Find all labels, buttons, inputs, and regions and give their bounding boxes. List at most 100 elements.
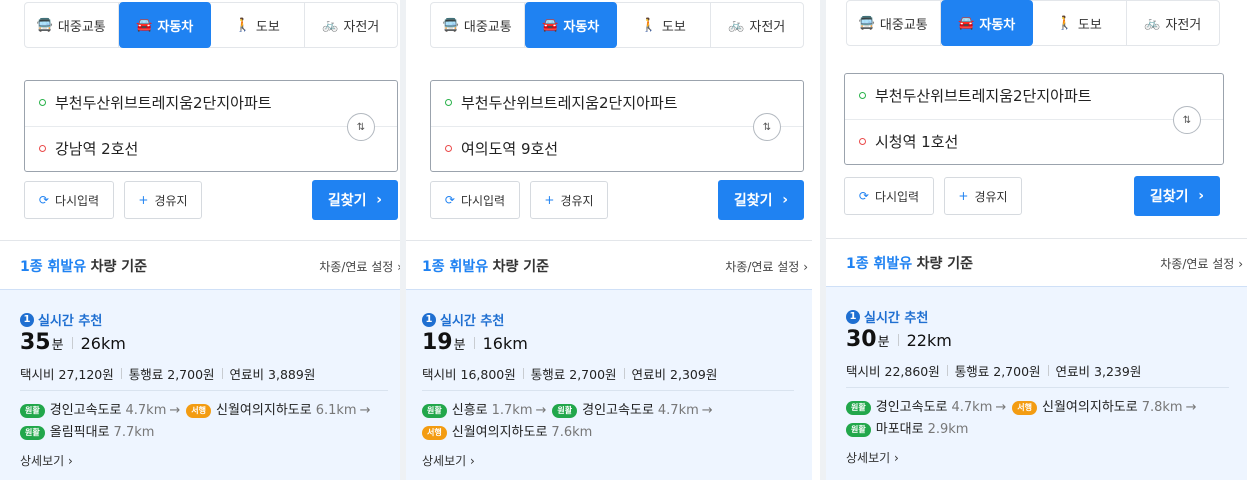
tab-label: 자동차 xyxy=(563,19,600,35)
recommendation-label: 1 실시간 추천 xyxy=(422,310,504,329)
section-divider xyxy=(0,240,406,241)
view-details-link[interactable]: 상세보기 › xyxy=(846,449,899,466)
start-dot-icon xyxy=(859,92,866,99)
swap-icon[interactable]: ⇅ xyxy=(347,113,375,141)
start-location-text: 부천두산위브트레지움2단지아파트 xyxy=(875,87,1092,105)
tab-public-transit[interactable]: 🚍 대중교통 xyxy=(25,3,119,47)
add-waypoint-button[interactable]: + 경유지 xyxy=(944,177,1022,215)
tab-car[interactable]: 🚘 자동차 xyxy=(524,2,617,48)
tab-label: 자동차 xyxy=(157,19,194,35)
toll-fee: 2,700원 xyxy=(167,367,215,382)
vehicle-settings-row: 1종 휘발유 차량 기준 차종/연료 설정 › xyxy=(0,243,406,289)
vehicle-basis: 1종 휘발유 차량 기준 xyxy=(422,256,549,276)
rec-text: 실시간 추천 xyxy=(440,314,505,329)
find-route-button[interactable]: 길찾기 › xyxy=(1134,176,1220,216)
find-route-button[interactable]: 길찾기 › xyxy=(312,180,398,220)
swap-icon[interactable]: ⇅ xyxy=(1173,106,1201,134)
walk-icon: 🚶 xyxy=(234,17,251,33)
arrow-right-icon: → xyxy=(995,400,1007,415)
end-dot-icon xyxy=(445,145,452,152)
travel-distance: 16km xyxy=(482,334,528,353)
swap-icon[interactable]: ⇅ xyxy=(753,113,781,141)
add-waypoint-button[interactable]: + 경유지 xyxy=(124,181,202,219)
road-distance: 4.7km xyxy=(657,403,699,418)
route-result-card[interactable]: 1 실시간 추천 35 분 26km 택시비 27,120원 통행료 2,700원 … xyxy=(0,289,406,480)
chevron-right-icon: › xyxy=(470,454,475,468)
road-line: 서행 신월여의지하도로 7.6km xyxy=(422,422,802,444)
road-name: 신월여의지하도로 xyxy=(1042,400,1138,415)
find-route-button[interactable]: 길찾기 › xyxy=(718,180,804,220)
travel-distance: 22km xyxy=(906,331,952,350)
rec-text: 실시간 추천 xyxy=(864,311,929,326)
tab-label: 자동차 xyxy=(979,17,1016,33)
road-name: 경인고속도로 xyxy=(582,403,654,418)
travel-summary: 30 분 22km xyxy=(846,327,952,352)
route-result-card[interactable]: 1 실시간 추천 19 분 16km 택시비 16,800원 통행료 2,700원 … xyxy=(406,289,812,480)
separator xyxy=(221,368,223,379)
road-name: 경인고속도로 xyxy=(49,403,122,418)
reset-button[interactable]: ⟳ 다시입력 xyxy=(430,181,520,219)
traffic-status-badge: 원활 xyxy=(846,423,871,437)
road-name: 경인고속도로 xyxy=(875,400,948,415)
traffic-status-badge: 원활 xyxy=(422,404,447,418)
recommendation-label: 1 실시간 추천 xyxy=(20,310,102,329)
start-location-field[interactable]: 부천두산위브트레지움2단지아파트 xyxy=(25,81,397,127)
reset-button[interactable]: ⟳ 다시입력 xyxy=(24,181,114,219)
traffic-status-badge: 원활 xyxy=(20,404,45,418)
start-location-field[interactable]: 부천두산위브트레지움2단지아파트 xyxy=(431,81,803,127)
separator xyxy=(71,337,73,349)
add-waypoint-button[interactable]: + 경유지 xyxy=(530,181,608,219)
destination-field[interactable]: 시청역 1호선 xyxy=(845,120,1163,165)
tab-car[interactable]: 🚘 자동차 xyxy=(118,2,211,48)
tab-car[interactable]: 🚘 자동차 xyxy=(940,0,1033,46)
view-details-link[interactable]: 상세보기 › xyxy=(422,452,475,469)
fuel-cost-label: 연료비 xyxy=(631,367,667,382)
route-result-card[interactable]: 1 실시간 추천 30 분 22km 택시비 22,860원 통행료 2,700원 … xyxy=(826,286,1247,480)
road-distance: 6.1km xyxy=(315,403,357,418)
reset-label: 다시입력 xyxy=(874,189,920,204)
chevron-right-icon: › xyxy=(376,192,383,208)
tab-bicycle[interactable]: 🚲 자전거 xyxy=(1127,1,1220,45)
vehicle-settings-row: 1종 휘발유 차량 기준 차종/연료 설정 › xyxy=(826,240,1247,286)
tab-walk[interactable]: 🚶 도보 xyxy=(211,3,305,47)
road-name: 신월여의지하도로 xyxy=(216,403,312,418)
road-segments: 원활 경인고속도로 4.7km → 서행 신월여의지하도로 6.1km → 원활 올림픽대로 7.7… xyxy=(20,400,396,444)
start-location-field[interactable]: 부천두산위브트레지움2단지아파트 xyxy=(845,74,1223,120)
fuel-type: 1종 휘발유 xyxy=(846,256,913,272)
tab-bicycle[interactable]: 🚲 자전거 xyxy=(305,3,398,47)
minute-unit: 분 xyxy=(877,335,890,350)
road-line: 원활 마포대로 2.9km xyxy=(846,419,1237,441)
travel-minutes: 30 xyxy=(846,327,877,352)
route-panel: 🚍 대중교통 🚘 자동차 🚶 도보 🚲 자전거 부천두산위브트레지움2단지아파트 여의도… xyxy=(406,0,812,480)
destination-field[interactable]: 강남역 2호선 xyxy=(25,127,337,172)
road-name: 마포대로 xyxy=(875,422,924,437)
reset-button[interactable]: ⟳ 다시입력 xyxy=(844,177,934,215)
cost-summary: 택시비 16,800원 통행료 2,700원 연료비 2,309원 xyxy=(422,364,717,383)
setting-label: 차종/연료 설정 xyxy=(319,259,394,274)
waypoint-label: 경유지 xyxy=(154,193,188,208)
chevron-right-icon: › xyxy=(803,259,808,274)
vehicle-setting-link[interactable]: 차종/연료 설정 › xyxy=(725,258,808,275)
tab-label: 자전거 xyxy=(1165,17,1202,33)
route-input-box: 부천두산위브트레지움2단지아파트 강남역 2호선 ⇅ xyxy=(24,80,398,172)
chevron-right-icon: › xyxy=(894,451,899,465)
tab-public-transit[interactable]: 🚍 대중교통 xyxy=(431,3,525,47)
toll-label: 통행료 xyxy=(954,364,990,379)
chevron-right-icon: › xyxy=(68,454,73,468)
setting-label: 차종/연료 설정 xyxy=(1160,256,1235,271)
detail-label: 상세보기 xyxy=(422,454,467,468)
plus-icon: + xyxy=(958,189,969,203)
toll-fee: 2,700원 xyxy=(993,364,1041,379)
vehicle-setting-link[interactable]: 차종/연료 설정 › xyxy=(1160,255,1243,272)
road-distance: 2.9km xyxy=(927,422,969,437)
vehicle-setting-link[interactable]: 차종/연료 설정 › xyxy=(319,258,402,275)
bus-icon: 🚍 xyxy=(36,17,53,33)
tab-walk[interactable]: 🚶 도보 xyxy=(617,3,711,47)
destination-field[interactable]: 여의도역 9호선 xyxy=(431,127,743,172)
tab-bicycle[interactable]: 🚲 자전거 xyxy=(711,3,804,47)
tab-label: 대중교통 xyxy=(879,17,928,33)
road-distance: 1.7km xyxy=(491,403,533,418)
view-details-link[interactable]: 상세보기 › xyxy=(20,452,73,469)
tab-walk[interactable]: 🚶 도보 xyxy=(1033,1,1127,45)
tab-public-transit[interactable]: 🚍 대중교통 xyxy=(847,1,941,45)
